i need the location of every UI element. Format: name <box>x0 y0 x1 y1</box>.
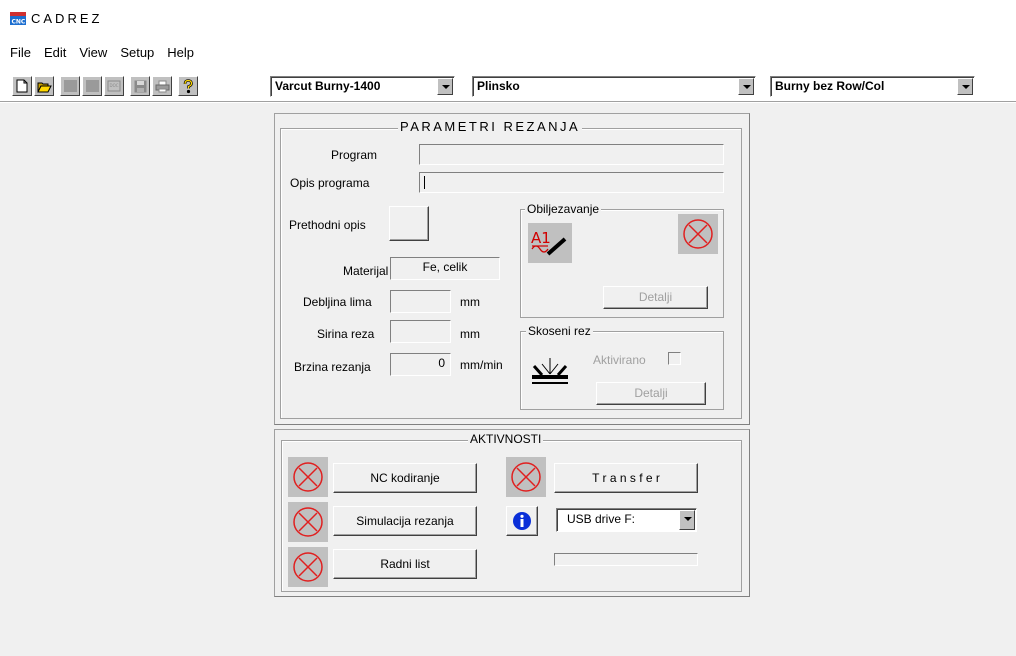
brzina-rezanja-field[interactable]: 0 <box>390 353 451 376</box>
transfer-button[interactable]: T r a n s f e r <box>554 463 698 493</box>
menu-setup[interactable]: Setup <box>112 44 159 62</box>
drive-select-value: USB drive F: <box>567 512 636 526</box>
menu-view[interactable]: View <box>71 44 112 62</box>
controller-select[interactable]: Burny bez Row/Col <box>770 76 975 97</box>
save-icon[interactable] <box>130 76 150 96</box>
menu-edit[interactable]: Edit <box>36 44 71 62</box>
debljina-lima-label: Debljina lima <box>303 295 372 309</box>
process-select-value: Plinsko <box>477 79 520 93</box>
machine-select-value: Varcut Burny-1400 <box>275 79 381 93</box>
title-bar <box>0 0 1016 36</box>
process-select[interactable]: Plinsko <box>472 76 756 97</box>
toolbar-separator <box>126 75 129 97</box>
brzina-rezanja-value: 0 <box>438 356 445 370</box>
skoseni-detalji-button[interactable]: Detalji <box>596 382 706 405</box>
sirina-unit: mm <box>460 327 480 341</box>
transfer-progress-bar <box>554 553 698 566</box>
print-icon[interactable] <box>152 76 172 96</box>
info-icon <box>513 512 531 530</box>
radni-list-label: Radni list <box>380 557 430 571</box>
info-button[interactable] <box>506 506 538 536</box>
menu-file[interactable]: File <box>0 44 36 62</box>
obiljezavanje-status-icon <box>678 214 718 254</box>
marker-icon: A1 <box>528 223 572 263</box>
simulacija-rezanja-label: Simulacija rezanja <box>356 514 454 528</box>
chevron-down-icon[interactable] <box>957 78 973 95</box>
sirina-reza-label: Sirina reza <box>317 327 375 341</box>
nc-kodiranje-label: NC kodiranje <box>370 471 440 485</box>
aktivnosti-title: AKTIVNOSTI <box>468 432 544 446</box>
svg-text:CNC: CNC <box>12 19 26 26</box>
text-cursor <box>424 176 425 189</box>
disabled-icon[interactable] <box>82 76 102 96</box>
chevron-down-icon[interactable] <box>437 78 453 95</box>
chevron-down-icon[interactable] <box>738 78 754 95</box>
parametri-title: PARAMETRI REZANJA <box>398 119 583 134</box>
obiljezavanje-detalji-label: Detalji <box>638 290 673 304</box>
materijal-field[interactable]: Fe, celik <box>390 257 500 280</box>
sirina-reza-field[interactable] <box>390 320 451 343</box>
program-label: Program <box>331 148 378 162</box>
drive-select[interactable]: USB drive F: <box>556 508 697 532</box>
toolbar-separator <box>174 75 177 97</box>
controller-select-value: Burny bez Row/Col <box>775 79 885 93</box>
aktivirano-checkbox[interactable] <box>668 352 681 365</box>
open-folder-icon[interactable] <box>34 76 54 96</box>
menu-bar: File Edit View Setup Help <box>0 44 199 62</box>
simulacija-status-icon <box>288 502 328 542</box>
brzina-rezanja-label: Brzina rezanja <box>294 360 371 374</box>
skoseni-rez-title: Skoseni rez <box>526 324 593 338</box>
radni-list-status-icon <box>288 547 328 587</box>
toolbar-separator <box>56 75 59 97</box>
menu-help[interactable]: Help <box>159 44 199 62</box>
nc-kodiranje-button[interactable]: NC kodiranje <box>333 463 477 493</box>
bevel-cut-icon <box>532 358 568 384</box>
program-field[interactable] <box>419 144 724 165</box>
disabled-icon[interactable]: DOC <box>104 76 124 96</box>
materijal-value: Fe, celik <box>422 260 468 274</box>
obiljezavanje-detalji-button[interactable]: Detalji <box>603 286 708 309</box>
window-title: CADREZ <box>31 11 103 26</box>
skoseni-detalji-label: Detalji <box>634 386 668 400</box>
transfer-label: T r a n s f e r <box>592 471 660 485</box>
aktivirano-label: Aktivirano <box>593 353 646 367</box>
materijal-label: Materijal <box>343 264 389 278</box>
transfer-status-icon <box>506 457 546 497</box>
new-file-icon[interactable] <box>12 76 32 96</box>
prethodni-opis-button[interactable] <box>389 206 429 241</box>
disabled-icon[interactable] <box>60 76 80 96</box>
brzina-unit: mm/min <box>460 358 503 372</box>
machine-select[interactable]: Varcut Burny-1400 <box>270 76 455 97</box>
help-icon[interactable] <box>178 76 198 96</box>
obiljezavanje-title: Obiljezavanje <box>525 202 602 216</box>
simulacija-rezanja-button[interactable]: Simulacija rezanja <box>333 506 477 536</box>
nc-status-icon <box>288 457 328 497</box>
marker-icon-label: A1 <box>531 229 551 247</box>
debljina-unit: mm <box>460 295 480 309</box>
radni-list-button[interactable]: Radni list <box>333 549 477 579</box>
chevron-down-icon[interactable] <box>679 510 695 530</box>
prethodni-opis-label: Prethodni opis <box>289 218 366 232</box>
cadrez-app-icon: CNC <box>10 12 26 25</box>
debljina-lima-field[interactable] <box>390 290 451 313</box>
opis-programa-field[interactable] <box>419 172 724 193</box>
opis-programa-label: Opis programa <box>290 176 370 190</box>
svg-text:DOC: DOC <box>110 83 119 88</box>
